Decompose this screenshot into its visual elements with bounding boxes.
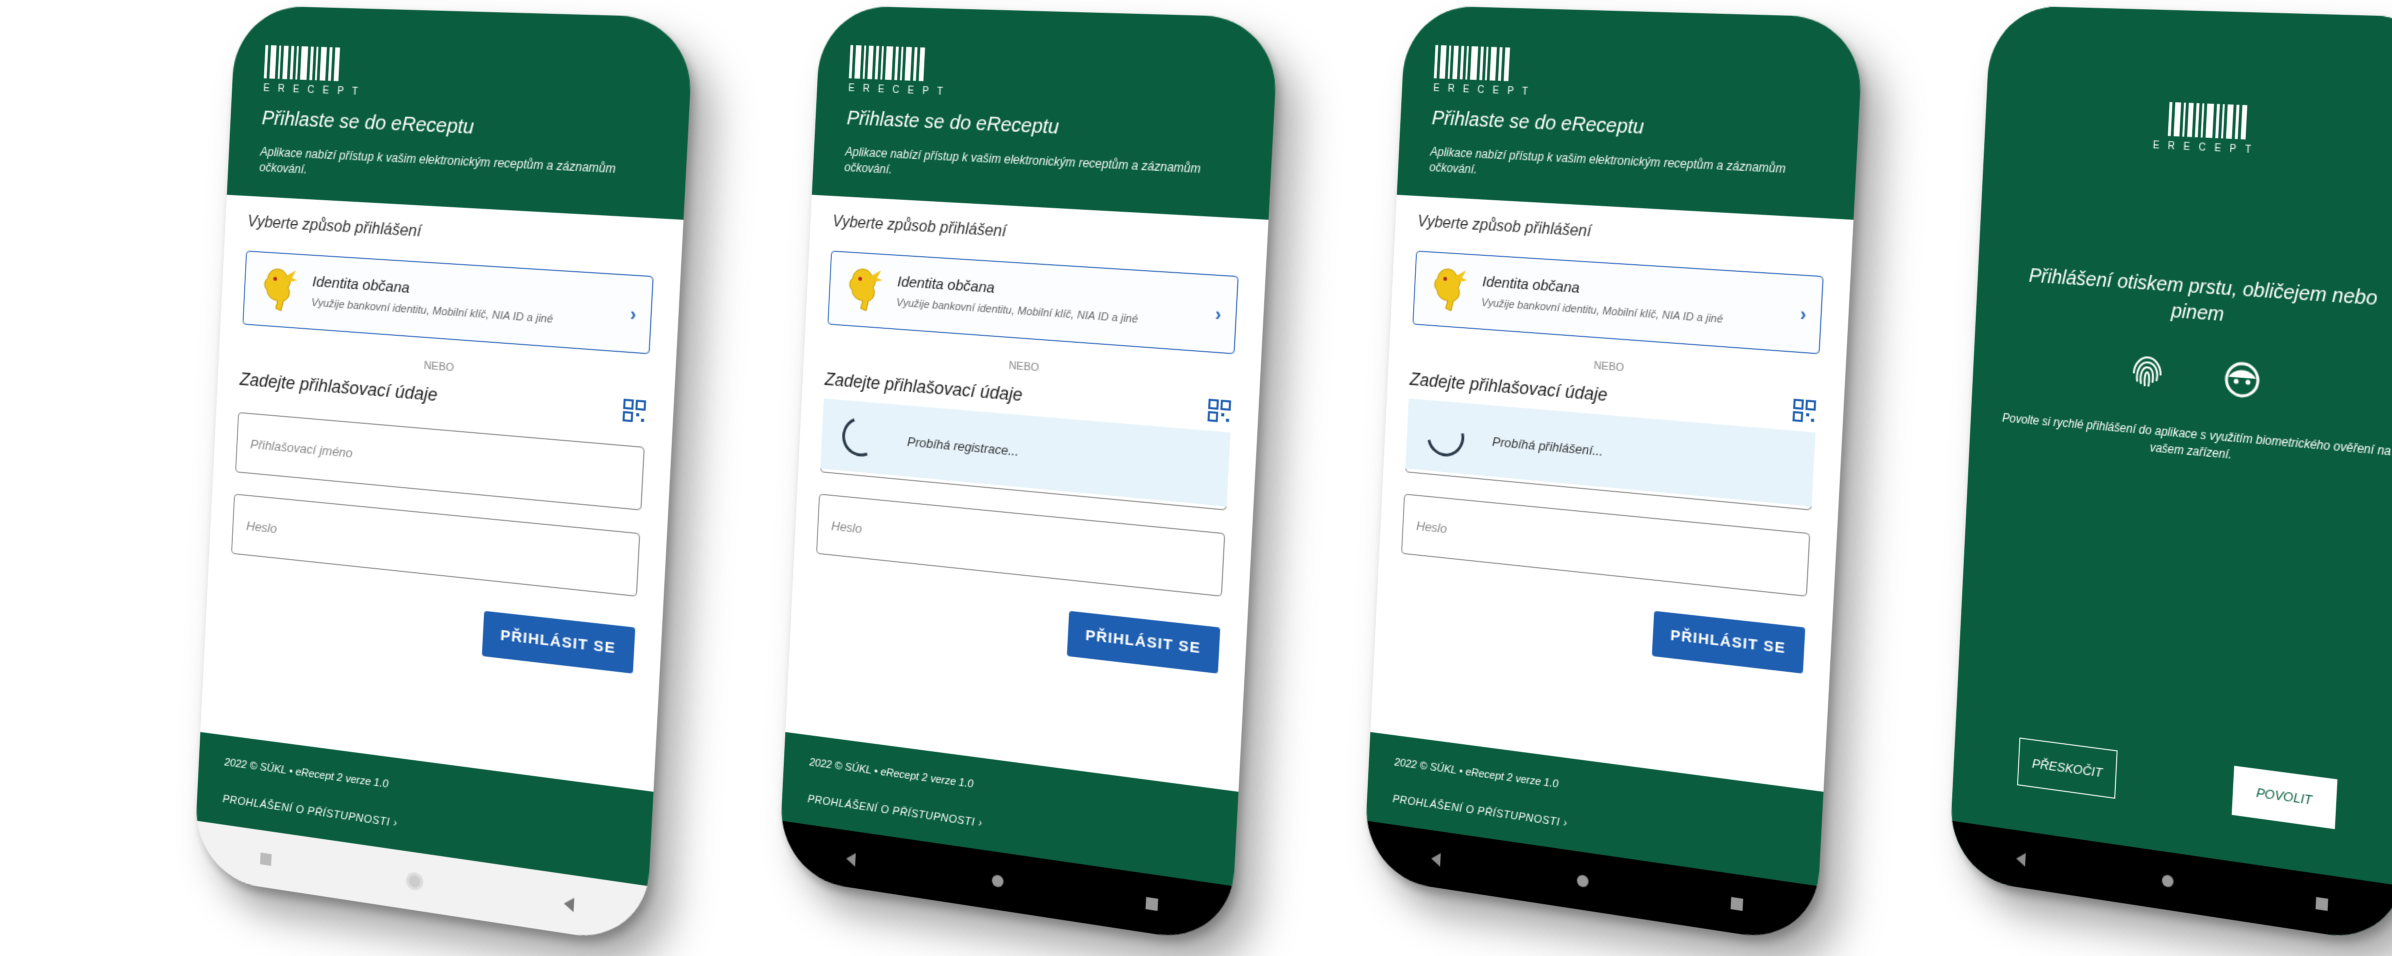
qr-code-icon[interactable] [1206, 398, 1232, 425]
nav-recent-icon[interactable] [1145, 897, 1159, 911]
credentials-title: Zadejte přihlašovací údaje [1409, 368, 1609, 405]
nav-back-icon[interactable] [2015, 851, 2026, 867]
identity-card-button[interactable]: Identita občana Využije bankovní identit… [1412, 250, 1824, 355]
qr-code-icon[interactable] [621, 398, 647, 425]
phone-signin: ERECEPT Přihlaste se do eReceptu Aplikac… [1363, 5, 1865, 946]
login-body: Vyberte způsob přihlášení Identita občan… [785, 194, 1269, 792]
lion-icon [257, 264, 298, 316]
login-header: ERECEPT Přihlaste se do eReceptu Aplikac… [1396, 30, 1863, 220]
loading-text: Probíhá registrace... [906, 433, 1020, 459]
phone-registration: ERECEPT Přihlaste se do eReceptu Aplikac… [778, 5, 1280, 946]
chevron-right-icon: › [1799, 302, 1807, 324]
erecept-logo: ERECEPT [848, 45, 1242, 110]
login-header: ERECEPT Přihlaste se do eReceptu Aplikac… [226, 30, 693, 220]
password-placeholder: Heslo [245, 517, 278, 536]
face-icon [2222, 358, 2263, 401]
status-bar [1989, 5, 2392, 45]
nav-home-icon[interactable] [991, 874, 1004, 888]
erecept-logo: ERECEPT [2153, 101, 2263, 156]
nav-recent-icon[interactable] [1730, 897, 1744, 911]
barcode-logo-icon [263, 45, 341, 82]
login-body: Vyberte způsob přihlášení Identita občan… [200, 194, 684, 792]
nav-bar [1948, 820, 2392, 946]
lion-icon [1427, 264, 1468, 316]
nav-recent-icon[interactable] [2315, 897, 2329, 911]
chevron-right-icon: › [1214, 302, 1222, 324]
page-description: Aplikace nabízí přístup k vašim elektron… [259, 144, 617, 177]
logo-text: ERECEPT [848, 83, 952, 99]
identity-card-button[interactable]: Identita občana Využije bankovní identit… [242, 250, 654, 355]
password-placeholder: Heslo [1415, 517, 1448, 536]
barcode-logo-icon [848, 45, 926, 82]
nav-back-icon[interactable] [563, 896, 575, 913]
password-field[interactable]: Heslo [816, 493, 1226, 597]
nav-recent-icon[interactable] [259, 852, 272, 866]
lion-icon [842, 264, 883, 316]
page-title: Přihlaste se do eReceptu [846, 107, 1060, 139]
phone-biometric: ERECEPT Přihlášení otiskem prstu, obliče… [1948, 5, 2392, 946]
spinner-icon [1420, 409, 1472, 465]
fingerprint-icon [2127, 351, 2167, 394]
username-field[interactable]: Přihlašovací jméno [235, 412, 645, 511]
page-title: Přihlaste se do eReceptu [261, 107, 475, 139]
nav-home-icon[interactable] [1576, 874, 1589, 888]
page-title: Přihlaste se do eReceptu [1431, 107, 1645, 139]
barcode-logo-icon [2167, 102, 2248, 140]
skip-button[interactable]: PŘESKOČIT [2017, 737, 2118, 799]
credentials-title: Zadejte přihlašovací údaje [824, 368, 1024, 405]
barcode-logo-icon [1433, 45, 1511, 82]
password-field[interactable]: Heslo [231, 493, 641, 597]
method-title: Vyberte způsob přihlášení [247, 213, 422, 241]
qr-code-icon[interactable] [1791, 398, 1817, 425]
username-placeholder: Přihlašovací jméno [250, 436, 354, 461]
login-button[interactable]: PŘIHLÁSIT SE [1066, 610, 1221, 674]
password-field[interactable]: Heslo [1401, 493, 1811, 597]
nav-back-icon[interactable] [845, 851, 856, 867]
identity-card-button[interactable]: Identita občana Využije bankovní identit… [827, 250, 1239, 355]
phone-login: ERECEPT Přihlaste se do eReceptu Aplikac… [193, 5, 695, 946]
logo-text: ERECEPT [2152, 140, 2261, 157]
chevron-right-icon: › [629, 302, 637, 324]
nav-home-icon[interactable] [405, 871, 424, 892]
login-button[interactable]: PŘIHLÁSIT SE [1651, 610, 1806, 674]
password-placeholder: Heslo [830, 517, 863, 536]
login-header: ERECEPT Přihlaste se do eReceptu Aplikac… [811, 30, 1278, 220]
erecept-logo: ERECEPT [1433, 45, 1827, 110]
spinner-icon [836, 410, 886, 463]
nav-back-icon[interactable] [1430, 851, 1441, 867]
login-body: Vyberte způsob přihlášení Identita občan… [1370, 194, 1854, 792]
loading-text: Probíhá přihlášení... [1491, 433, 1604, 459]
logo-text: ERECEPT [263, 83, 367, 99]
page-description: Aplikace nabízí přístup k vašim elektron… [844, 144, 1202, 177]
method-title: Vyberte způsob přihlášení [1417, 213, 1592, 241]
page-description: Aplikace nabízí přístup k vašim elektron… [1429, 144, 1787, 177]
erecept-logo: ERECEPT [263, 45, 657, 110]
nav-home-icon[interactable] [2161, 874, 2174, 888]
biometric-screen: ERECEPT Přihlášení otiskem prstu, obliče… [1948, 5, 2392, 946]
logo-text: ERECEPT [1433, 83, 1537, 99]
biometric-title: Přihlášení otiskem prstu, obličejem nebo… [2028, 265, 2378, 326]
biometric-description: Povolte si rychlé přihlášení do aplikace… [2001, 410, 2392, 462]
method-title: Vyberte způsob přihlášení [832, 213, 1007, 241]
allow-button[interactable]: POVOLIT [2231, 765, 2338, 830]
login-button[interactable]: PŘIHLÁSIT SE [481, 610, 636, 674]
credentials-title: Zadejte přihlašovací údaje [239, 368, 439, 405]
